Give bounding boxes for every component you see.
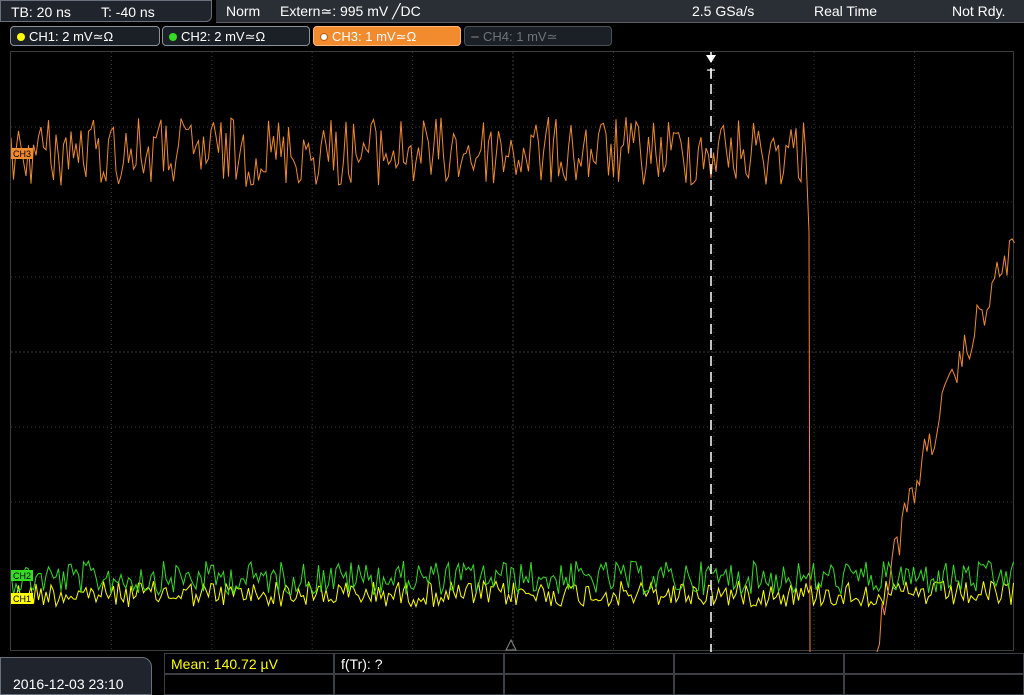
- ch1-ground-marker[interactable]: CH1: [11, 593, 33, 604]
- measurement-panel[interactable]: Mean: 140.72 µV f(Tr): ?: [164, 653, 1024, 695]
- trigger-mode: Norm: [226, 3, 261, 19]
- measurement-empty-cell[interactable]: [504, 674, 674, 695]
- sample-rate: 2.5 GSa/s: [692, 3, 755, 19]
- datetime-value: 2016-12-03 23:10: [13, 676, 124, 692]
- measurement-empty-cell[interactable]: [164, 674, 334, 695]
- trigger-source: Extern≃: 995 mV ╱DC: [280, 3, 421, 19]
- channel-4-tab[interactable]: CH4: 1 mV≃: [464, 26, 612, 46]
- measurement-empty-cell[interactable]: [674, 674, 844, 695]
- measurement-empty-cell[interactable]: [504, 653, 674, 674]
- run-state: Not Rdy.: [952, 3, 1006, 19]
- acquisition-mode: Real Time: [814, 3, 878, 19]
- top-status-bar: TB: 20 ns T: -40 ns Norm Extern≃: 995 mV…: [0, 0, 1024, 24]
- measurement-mean-cell[interactable]: Mean: 140.72 µV: [164, 653, 334, 674]
- measurement-empty-cell[interactable]: [334, 674, 504, 695]
- trigger-offset-value: T: -40 ns: [101, 4, 155, 20]
- ch1-marker-label: CH1: [13, 594, 31, 604]
- timebase-value: TB: 20 ns: [11, 4, 71, 20]
- channel-4-indicator-icon: [471, 36, 479, 38]
- ch3-rising-edge-trace: [876, 238, 1015, 653]
- channel-1-indicator-icon: [17, 33, 25, 41]
- measurement-mean: Mean: 140.72 µV: [171, 656, 278, 672]
- channel-tabs: CH1: 2 mV≃Ω CH2: 2 mV≃Ω CH3: 1 mV≃Ω CH4:…: [0, 26, 1024, 48]
- measurement-empty-cell[interactable]: [844, 674, 1024, 695]
- waveform-canvas: T CH3 CH2 CH1: [10, 52, 1015, 653]
- ch2-marker-label: CH2: [13, 571, 31, 581]
- channel-1-label: CH1: 2 mV≃Ω: [29, 29, 114, 44]
- channel-3-tab[interactable]: CH3: 1 mV≃Ω: [313, 26, 461, 46]
- channel-1-tab[interactable]: CH1: 2 mV≃Ω: [10, 26, 160, 46]
- ch3-trace: [10, 117, 811, 653]
- channel-3-label: CH3: 1 mV≃Ω: [332, 29, 417, 44]
- ch3-marker-label: CH3: [13, 149, 31, 159]
- ch3-ground-marker[interactable]: CH3: [11, 148, 33, 159]
- acquisition-status[interactable]: Norm Extern≃: 995 mV ╱DC 2.5 GSa/s Real …: [216, 0, 1024, 23]
- channel-2-tab[interactable]: CH2: 2 mV≃Ω: [162, 26, 310, 46]
- measurement-ftr: f(Tr): ?: [341, 656, 383, 672]
- datetime-panel[interactable]: 2016-12-03 23:10: [0, 657, 152, 695]
- trigger-position-icon[interactable]: [706, 55, 716, 63]
- channel-2-label: CH2: 2 mV≃Ω: [181, 29, 266, 44]
- bottom-bar: 2016-12-03 23:10 Mean: 140.72 µV f(Tr): …: [0, 653, 1024, 695]
- measurement-empty-cell[interactable]: [674, 653, 844, 674]
- channel-3-indicator-icon: [320, 33, 328, 41]
- center-marker-icon: [505, 638, 517, 651]
- ch2-ground-marker[interactable]: CH2: [11, 570, 33, 581]
- channel-4-label: CH4: 1 mV≃: [483, 29, 558, 44]
- measurement-ftr-cell[interactable]: f(Tr): ?: [334, 653, 504, 674]
- trigger-marker-label: T: [707, 66, 716, 82]
- measurement-empty-cell[interactable]: [844, 653, 1024, 674]
- waveform-display[interactable]: T CH3 CH2 CH1: [10, 51, 1015, 653]
- channel-2-indicator-icon: [169, 33, 177, 41]
- timebase-panel[interactable]: TB: 20 ns T: -40 ns: [0, 0, 212, 22]
